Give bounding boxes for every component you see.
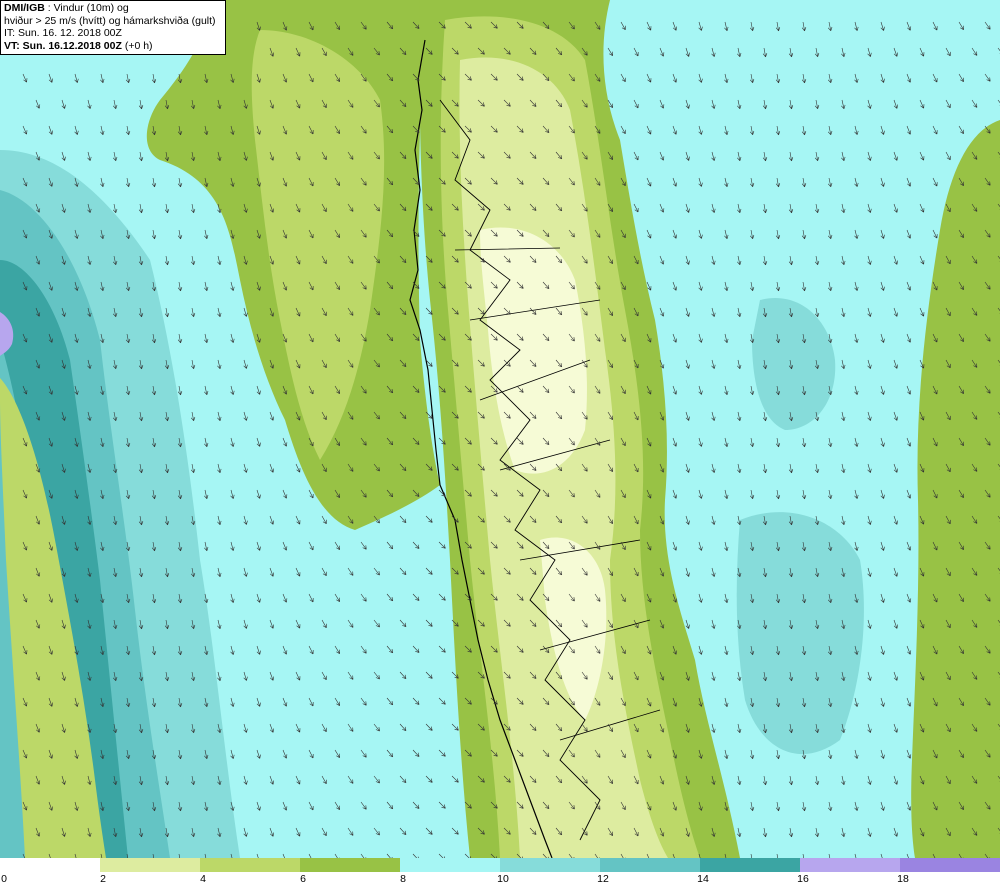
legend-labels: 0 2 4 6 8 10 12 14 16 18 <box>0 873 1000 887</box>
info-box: DMI/IGB : Vindur (10m) og hviður > 25 m/… <box>0 0 226 55</box>
legend-label: 4 <box>200 873 206 885</box>
valid-time-line: VT: Sun. 16.12.2018 00Z (+0 h) <box>4 40 222 53</box>
legend-label: 8 <box>400 873 406 885</box>
valid-time: VT: Sun. 16.12.2018 00Z <box>4 39 122 52</box>
forecast-offset: (+0 h) <box>121 39 153 52</box>
legend-swatch <box>600 858 700 872</box>
legend-label: 14 <box>697 873 709 885</box>
legend-swatch <box>200 858 300 872</box>
legend-label: 10 <box>497 873 509 885</box>
title-source: DMI/IGB <box>4 2 45 14</box>
legend-label: 12 <box>597 873 609 885</box>
legend-label: 16 <box>797 873 809 885</box>
initial-time: IT: Sun. 16. 12. 2018 00Z <box>4 27 122 39</box>
subtitle-line: hviður > 25 m/s (hvítt) og hámarkshviða … <box>4 14 216 27</box>
color-legend: 0 2 4 6 8 10 12 14 16 18 <box>0 858 1000 887</box>
map-viewer: DMI/IGB : Vindur (10m) og hviður > 25 m/… <box>0 0 1000 887</box>
legend-swatch <box>300 858 400 872</box>
east-ocean-patch <box>736 512 864 755</box>
legend-label: 18 <box>897 873 909 885</box>
wind-map <box>0 0 1000 858</box>
legend-swatch <box>500 858 600 872</box>
legend-bar <box>0 858 1000 872</box>
legend-swatch <box>700 858 800 872</box>
title-line: DMI/IGB : Vindur (10m) og <box>4 2 222 15</box>
legend-swatch <box>0 858 100 872</box>
title-text: : Vindur (10m) og <box>44 2 129 14</box>
legend-label: 0 <box>1 873 7 885</box>
legend-label: 2 <box>100 873 106 885</box>
legend-swatch <box>100 858 200 872</box>
legend-swatch <box>900 858 1000 872</box>
legend-swatch <box>400 858 500 872</box>
legend-label: 6 <box>300 873 306 885</box>
legend-swatch <box>800 858 900 872</box>
